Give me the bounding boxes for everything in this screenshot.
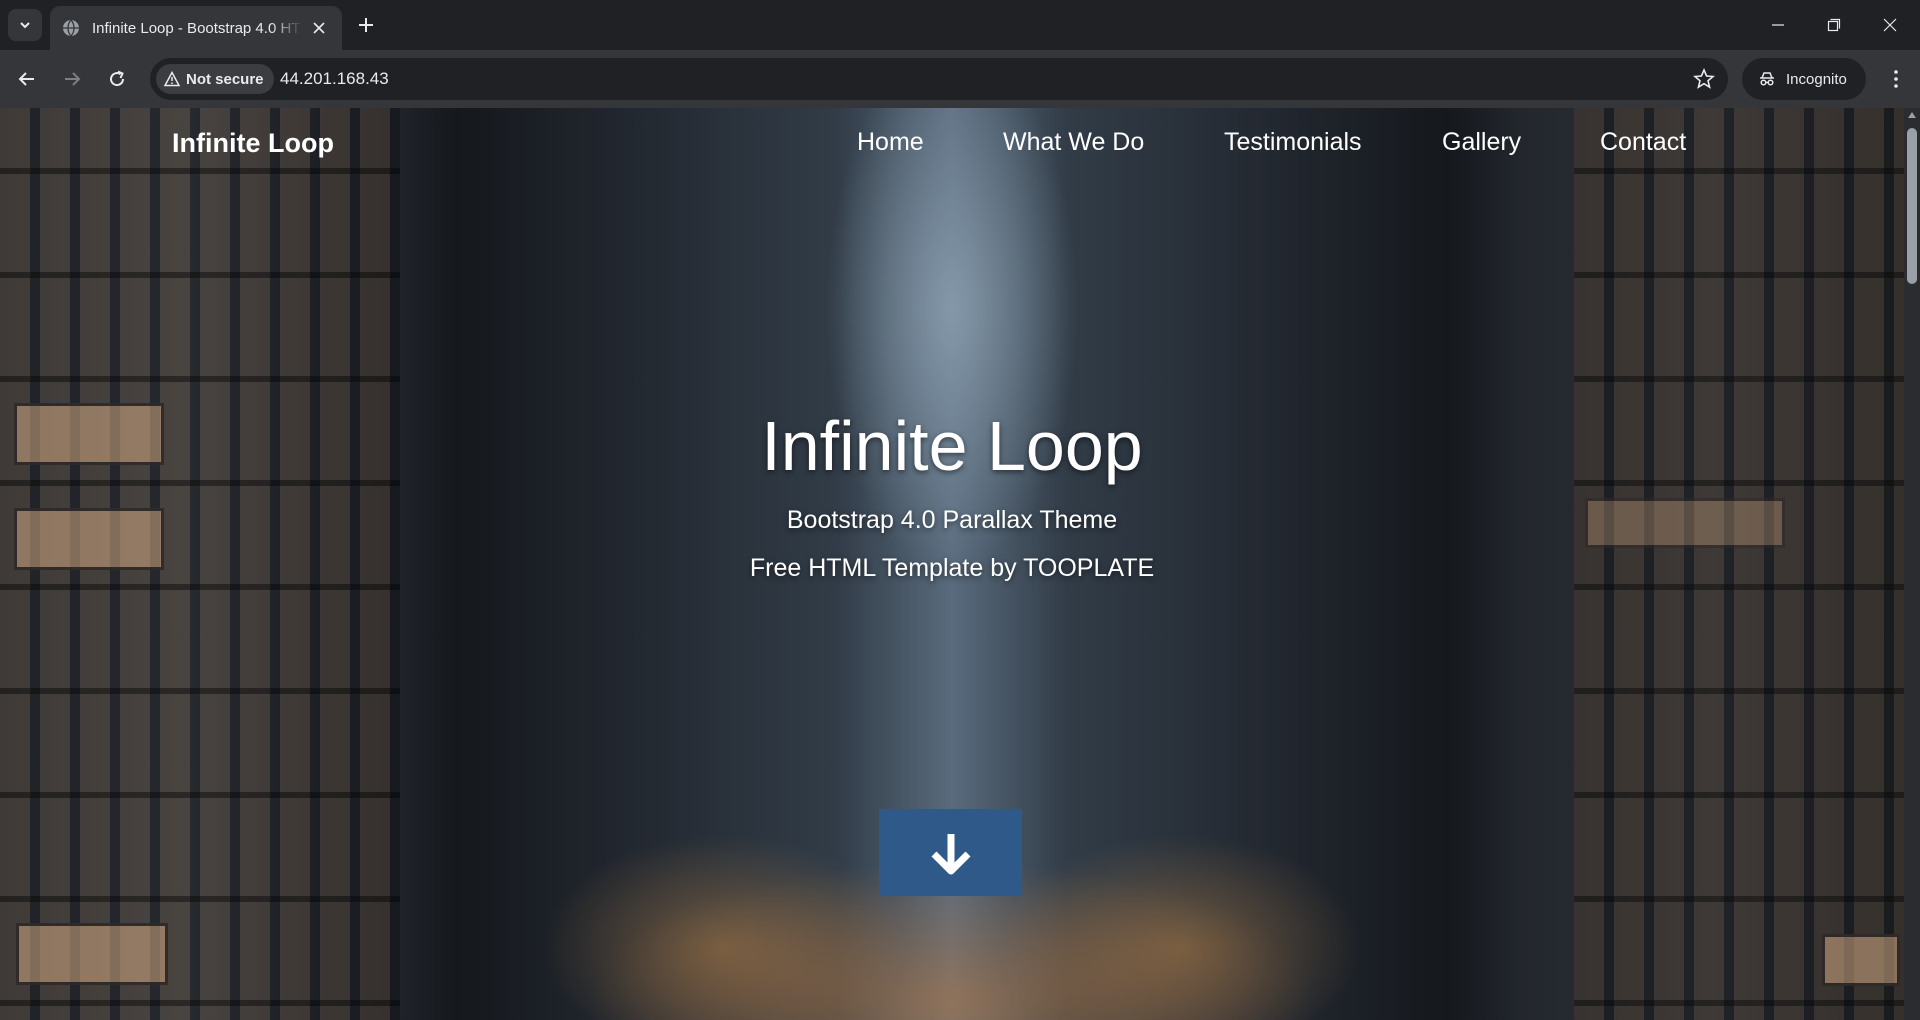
tab-search-button[interactable] bbox=[8, 9, 42, 41]
restore-icon bbox=[1827, 18, 1841, 32]
back-button[interactable] bbox=[11, 63, 43, 95]
arrow-down-icon bbox=[931, 833, 970, 874]
hero-title: Infinite Loop bbox=[761, 407, 1143, 485]
reload-icon bbox=[110, 70, 125, 87]
browser-toolbar: Not secure 44.201.168.43 Incognito bbox=[0, 50, 1920, 108]
url-text[interactable]: 44.201.168.43 bbox=[280, 58, 389, 100]
tab-close-button[interactable] bbox=[308, 17, 330, 39]
browser-tab[interactable]: Infinite Loop - Bootstrap 4.0 HTML Paral… bbox=[50, 6, 342, 50]
reload-button[interactable] bbox=[101, 63, 133, 95]
hero-subtitle: Bootstrap 4.0 Parallax Theme bbox=[786, 506, 1118, 534]
minimize-icon bbox=[1772, 24, 1784, 26]
incognito-badge[interactable]: Incognito bbox=[1742, 58, 1866, 100]
nav-testimonials[interactable]: Testimonials bbox=[1224, 128, 1362, 157]
new-tab-button[interactable] bbox=[352, 11, 380, 39]
tab-title: Infinite Loop - Bootstrap 4.0 HTML Paral… bbox=[92, 19, 302, 37]
incognito-icon bbox=[1760, 72, 1774, 86]
close-icon bbox=[313, 22, 325, 34]
close-icon bbox=[1883, 18, 1897, 32]
nav-contact[interactable]: Contact bbox=[1600, 128, 1686, 157]
nav-gallery[interactable]: Gallery bbox=[1442, 128, 1521, 157]
kebab-menu-icon bbox=[1894, 70, 1898, 88]
site-navbar: Infinite Loop Home What We Do Testimonia… bbox=[0, 108, 1904, 188]
address-bar[interactable]: Not secure 44.201.168.43 bbox=[150, 58, 1728, 100]
star-icon[interactable] bbox=[1692, 67, 1716, 91]
scroll-up-arrow-icon[interactable] bbox=[1908, 112, 1916, 118]
restore-button[interactable] bbox=[1806, 0, 1862, 50]
scrollbar-thumb[interactable] bbox=[1907, 128, 1917, 284]
incognito-label: Incognito bbox=[1786, 70, 1847, 88]
security-label: Not secure bbox=[186, 70, 264, 88]
brand-logo[interactable]: Infinite Loop bbox=[172, 128, 334, 159]
hero-tagline: Free HTML Template by TOOPLATE bbox=[749, 554, 1155, 582]
plus-icon bbox=[359, 18, 373, 32]
nav-home[interactable]: Home bbox=[857, 128, 924, 157]
nav-what-we-do[interactable]: What We Do bbox=[1003, 128, 1144, 157]
warning-icon bbox=[164, 71, 180, 87]
security-chip[interactable]: Not secure bbox=[156, 64, 274, 94]
forward-button[interactable] bbox=[56, 63, 88, 95]
forward-icon bbox=[65, 72, 81, 86]
globe-icon bbox=[63, 19, 79, 37]
back-icon bbox=[18, 72, 34, 86]
scroll-down-button[interactable] bbox=[879, 809, 1022, 896]
tab-search-icon bbox=[20, 22, 30, 29]
tab-strip: Infinite Loop - Bootstrap 4.0 HTML Paral… bbox=[0, 0, 1920, 50]
minimize-button[interactable] bbox=[1750, 0, 1806, 50]
page-viewport: Infinite Loop Home What We Do Testimonia… bbox=[0, 108, 1904, 1020]
browser-menu-button[interactable] bbox=[1880, 63, 1912, 95]
close-window-button[interactable] bbox=[1862, 0, 1918, 50]
page-scrollbar[interactable] bbox=[1904, 108, 1920, 1020]
